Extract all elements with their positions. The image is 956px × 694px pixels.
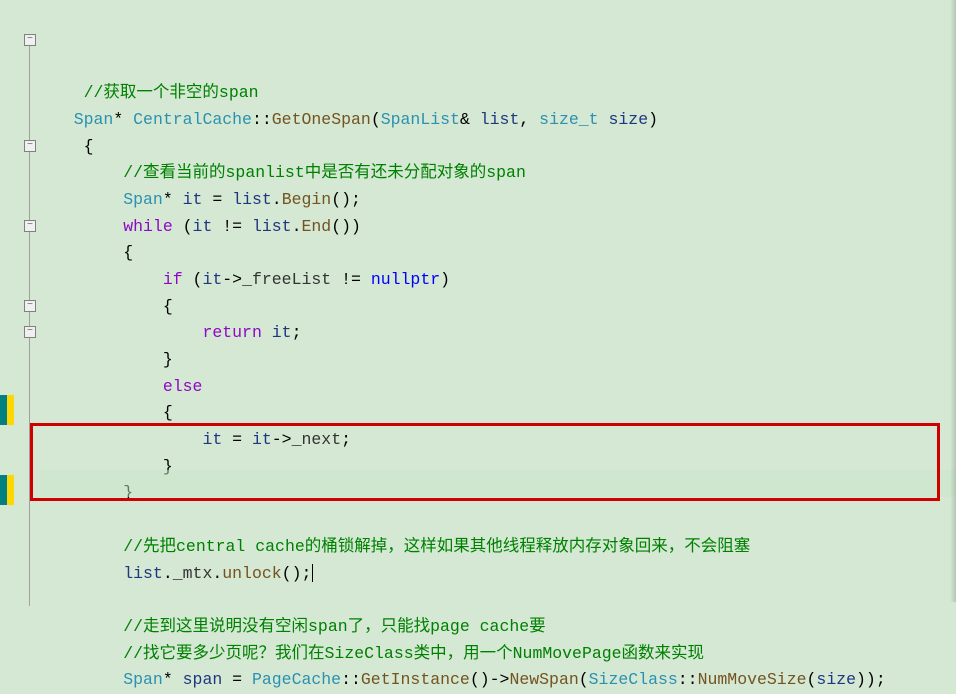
change-marker (0, 395, 7, 425)
code-line[interactable]: Span* CentralCache::GetOneSpan(SpanList&… (44, 107, 956, 134)
code-line[interactable]: } (44, 347, 956, 374)
code-line[interactable]: //获取一个非空的span (44, 80, 956, 107)
code-line[interactable]: //找它要多少页呢？我们在SizeClass类中，用一个NumMovePage函… (44, 641, 956, 668)
code-line[interactable]: { (44, 134, 956, 161)
code-line[interactable]: } (44, 454, 956, 481)
code-line[interactable]: //查看当前的spanlist中是否有还未分配对象的span (44, 160, 956, 187)
code-line[interactable]: while (it != list.End()) (44, 214, 956, 241)
code-line[interactable]: else (44, 374, 956, 401)
code-line[interactable]: Span* it = list.Begin(); (44, 187, 956, 214)
code-line[interactable]: if (it->_freeList != nullptr) (44, 267, 956, 294)
text-cursor (312, 564, 313, 582)
code-line[interactable]: list._mtx.unlock(); (44, 561, 956, 588)
code-line[interactable]: //走到这里说明没有空闲span了，只能找page cache要 (44, 614, 956, 641)
code-line[interactable]: //先把central cache的桶锁解掉，这样如果其他线程释放内存对象回来，… (44, 534, 956, 561)
fold-column: − − − − − (24, 0, 40, 602)
code-area[interactable]: //获取一个非空的span Span* CentralCache::GetOne… (40, 0, 956, 602)
code-line[interactable]: { (44, 294, 956, 321)
code-line[interactable] (44, 507, 956, 534)
code-line[interactable]: } (44, 480, 956, 507)
fold-toggle-icon[interactable]: − (24, 326, 36, 338)
change-marker (7, 475, 14, 505)
fold-toggle-icon[interactable]: − (24, 140, 36, 152)
code-line[interactable]: Span* span = PageCache::GetInstance()->N… (44, 667, 956, 694)
fold-toggle-icon[interactable]: − (24, 300, 36, 312)
code-line[interactable] (44, 587, 956, 614)
gutter: − − − − − (0, 0, 40, 602)
code-line[interactable]: { (44, 240, 956, 267)
change-marker (7, 395, 14, 425)
code-line[interactable]: { (44, 400, 956, 427)
code-editor[interactable]: −−−−− //获取一个非空的span Span* CentralCache::… (0, 0, 956, 602)
right-shadow (950, 0, 956, 602)
change-marker (0, 475, 7, 505)
code-line[interactable]: it = it->_next; (44, 427, 956, 454)
fold-toggle-icon[interactable]: − (24, 220, 36, 232)
fold-toggle-icon[interactable]: − (24, 34, 36, 46)
code-line[interactable]: return it; (44, 320, 956, 347)
